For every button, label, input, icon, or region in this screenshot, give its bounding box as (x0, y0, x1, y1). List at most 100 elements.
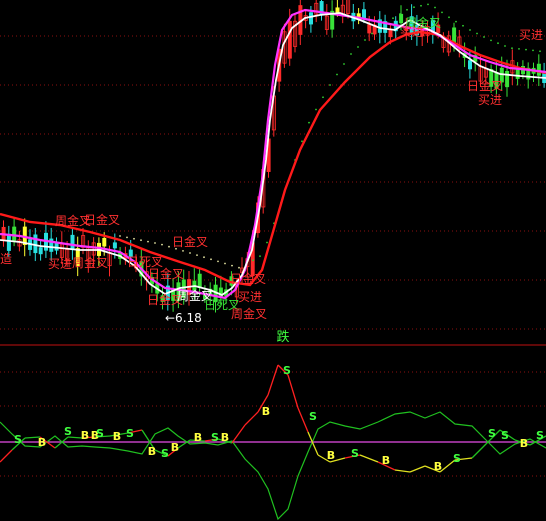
candle-body (367, 24, 372, 34)
oscillator-segments (0, 364, 546, 473)
dot (315, 108, 317, 111)
dot (252, 259, 254, 262)
oscillator-segment (287, 374, 299, 409)
sell-marker: S (453, 452, 461, 465)
chart-label: 日金叉 (148, 266, 184, 281)
dot (224, 262, 226, 265)
candle-body (536, 63, 541, 76)
sell-marker: S (64, 425, 72, 438)
oscillator-segment (231, 424, 246, 444)
buy-marker: B (221, 431, 229, 444)
sell-marker: S (309, 410, 317, 423)
sell-marker: S (126, 427, 134, 440)
dot (357, 46, 359, 48)
chart-label: ←6.18 (165, 311, 202, 325)
dot (147, 240, 149, 243)
dot (441, 11, 443, 14)
candle-body (361, 9, 366, 19)
dot (308, 121, 310, 124)
buy-marker: B (434, 460, 442, 473)
dot (518, 48, 520, 50)
dot (413, 6, 415, 9)
sell-marker: S (283, 364, 291, 377)
buy-marker: B (382, 454, 390, 467)
candle-body (467, 60, 472, 70)
sell-marker: S (14, 433, 22, 446)
dot (231, 264, 233, 267)
sell-marker: S (488, 427, 496, 440)
indicator-grid (0, 371, 546, 477)
chart-label: 买进 (238, 290, 262, 304)
candle-body (38, 247, 43, 255)
candle-body (33, 234, 38, 254)
dot (469, 29, 471, 31)
buy-marker: B (262, 405, 270, 418)
dot (420, 4, 422, 7)
dot (497, 42, 499, 45)
divider-label: 跌 (276, 329, 289, 345)
chart-label: 日金叉 (467, 78, 503, 93)
oscillator-segment (409, 465, 426, 473)
dot (182, 250, 184, 252)
candle-body (112, 242, 117, 249)
dot (259, 255, 261, 258)
candle-body (102, 237, 107, 247)
oscillator-segment (177, 439, 191, 449)
buy-marker: B (520, 437, 528, 450)
chart-label: 日金叉 (230, 271, 266, 286)
sell-marker: S (351, 447, 359, 460)
oscillator-segment (244, 411, 259, 426)
candle-body (70, 234, 75, 251)
dot (154, 242, 156, 244)
white-moving-average (0, 12, 546, 297)
dot (525, 48, 527, 51)
oscillator-segment (0, 449, 13, 463)
dot (364, 39, 366, 41)
dot (140, 239, 142, 242)
dot (161, 243, 163, 246)
candle-body (54, 242, 59, 251)
dot (476, 32, 478, 35)
dot (448, 16, 450, 19)
sell-marker: S (211, 431, 219, 444)
dot (462, 24, 464, 27)
buy-marker: B (38, 436, 46, 449)
dot (322, 96, 324, 99)
dot (483, 36, 485, 38)
candle-body (335, 7, 340, 13)
oscillator-segment (297, 407, 309, 433)
dot (490, 39, 492, 42)
chart-label: 买进 (478, 93, 502, 107)
dot (399, 13, 401, 15)
dot (511, 47, 513, 50)
buy-marker: B (171, 441, 179, 454)
sell-marker: S (536, 429, 544, 442)
signal-labels: 周金叉日金叉造 买进 周金叉日金叉日死叉日金叉日金叉周金叉日死叉买进周金叉←6.18… (0, 15, 543, 325)
dot (266, 241, 268, 244)
dot (196, 254, 198, 256)
oscillator-segment (394, 469, 411, 473)
chart-label: 买进 (48, 257, 72, 271)
signal-markers: S BS B BS B SB S BB S BBSSB SB BSS SBS (14, 364, 544, 473)
dot (455, 20, 457, 23)
candle-body (6, 233, 11, 251)
oscillator-segment (359, 454, 379, 463)
candle-body (197, 273, 202, 288)
chart-label: 造 (0, 252, 12, 266)
buy-marker: B (113, 430, 121, 443)
chart-label: 周金叉 (72, 255, 108, 270)
dot (371, 32, 373, 35)
stock-chart: 周金叉日金叉造 买进 周金叉日金叉日死叉日金叉日金叉周金叉日死叉买进周金叉←6.18… (0, 0, 546, 521)
dot (539, 50, 541, 53)
oscillator-segment (471, 441, 489, 459)
sell-marker: S (501, 429, 509, 442)
oscillator-segment (267, 364, 279, 396)
dot (168, 245, 170, 248)
dotted-ma (119, 3, 541, 269)
buy-marker: B (148, 445, 156, 458)
dot (203, 256, 205, 259)
dot (343, 63, 345, 65)
sell-marker: S (161, 447, 169, 460)
chart-label: 周金叉 (231, 306, 267, 321)
dot (336, 73, 338, 76)
